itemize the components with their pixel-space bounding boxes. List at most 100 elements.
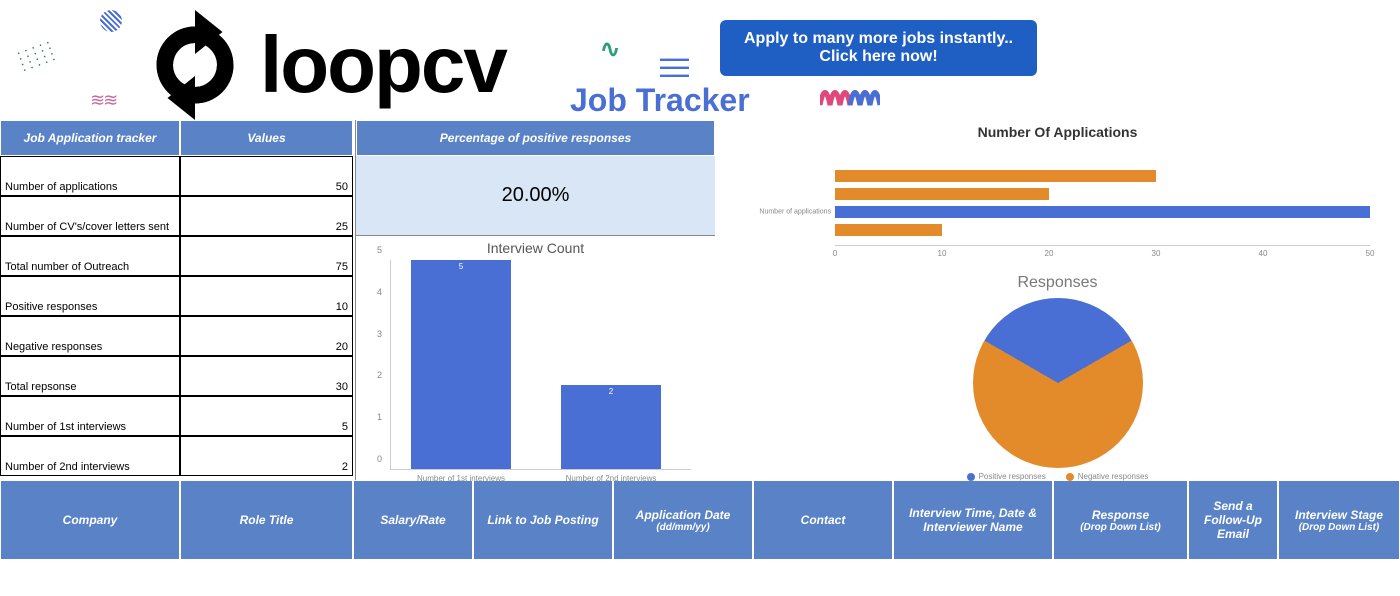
stats-header-label: Job Application tracker [0,120,180,156]
stat-row: Positive responses10 [0,276,355,316]
decorative-scribble-icon [820,80,880,110]
y-tick: 2 [377,370,382,380]
responses-chart: Responses Positive responses Negative res… [715,274,1400,484]
stat-label: Total repsonse [0,356,180,396]
column-header: Role Title [180,480,353,560]
percentage-header: Percentage of positive responses [356,120,715,156]
apply-button-line1: Apply to many more jobs instantly.. [744,30,1013,48]
column-header: Response(Drop Down List) [1053,480,1188,560]
stats-table: Job Application tracker Values Number of… [0,120,355,480]
column-header-sub: (Drop Down List) [1285,522,1393,533]
x-tick: 50 [1366,249,1375,258]
chart-bar: 2 [561,385,661,469]
x-tick: 20 [1045,249,1054,258]
legend-label: Positive responses [979,472,1046,481]
column-header-label: Application Date [620,508,746,522]
column-header: Contact [753,480,893,560]
stat-row: Total number of Outreach75 [0,236,355,276]
column-header-label: Interview Stage [1285,508,1393,522]
apply-button-line2: Click here now! [744,48,1013,66]
stat-row: Total repsonse30 [0,356,355,396]
stat-row: Negative responses20 [0,316,355,356]
header: • • • • •• • • • •• • • • •• • • • • ≋≋ … [0,0,1400,120]
column-header-label: Send a Follow-Up Email [1195,499,1271,541]
y-tick: 1 [377,412,382,422]
stat-value: 75 [180,236,353,276]
stat-label: Positive responses [0,276,180,316]
stat-label: Number of 2nd interviews [0,436,180,476]
column-header-label: Interview Time, Date & Interviewer Name [900,506,1046,534]
chart-bar [835,188,1049,200]
logo: loopcv [140,10,506,120]
legend-item: Negative responses [1066,472,1149,481]
stat-value: 20 [180,316,353,356]
stat-label: Number of applications [0,156,180,196]
column-header-label: Contact [760,513,886,527]
legend-item: Positive responses [967,472,1046,481]
stat-value: 2 [180,436,353,476]
loop-arrows-icon [140,10,250,120]
legend-label: Negative responses [1078,472,1149,481]
stat-value: 5 [180,396,353,436]
responses-legend: Positive responses Negative responses [715,472,1400,481]
stat-row: Number of 1st interviews5 [0,396,355,436]
responses-chart-title: Responses [715,274,1400,292]
stat-label: Total number of Outreach [0,236,180,276]
decorative-circle-icon [100,10,122,32]
column-header: Send a Follow-Up Email [1188,480,1278,560]
percentage-value: 20.00% [356,156,715,236]
y-tick: 3 [377,329,382,339]
bar-value: 2 [609,387,613,396]
interview-count-chart: Interview Count 0 1 2 3 4 5 5 Number of 1st int… [356,236,715,486]
interview-chart-title: Interview Count [360,240,711,256]
decorative-squiggle-icon: ∿ [600,35,620,64]
column-header: Interview Stage(Drop Down List) [1278,480,1400,560]
stat-row: Number of applications50 [0,156,355,196]
column-header-label: Company [7,513,173,527]
page-title: Job Tracker [570,82,750,119]
decorative-wave-icon: ≋≋ [90,90,116,111]
column-header-label: Response [1060,508,1181,522]
chart-bar [835,224,942,236]
responses-pie [973,298,1143,468]
legend-swatch-icon [1066,473,1074,481]
x-tick: 40 [1259,249,1268,258]
chart-bar: 5 [411,260,511,469]
column-header: Application Date(dd/mm/yy) [613,480,753,560]
legend-swatch-icon [967,473,975,481]
column-header: Company [0,480,180,560]
stat-value: 10 [180,276,353,316]
logo-text: loopcv [260,19,506,111]
right-chart-column: Number Of Applications Number of applica… [715,120,1400,480]
x-label: Number of 2nd interviews [541,474,681,483]
y-tick: 0 [377,454,382,464]
applications-chart-title: Number Of Applications [725,124,1390,140]
column-headers-row: Company Role Title Salary/Rate Link to Job … [0,480,1400,560]
bar-value: 5 [459,262,463,271]
y-label: Number of applications [730,209,835,216]
column-header: Interview Time, Date & Interviewer Name [893,480,1053,560]
column-header: Salary/Rate [353,480,473,560]
x-tick: 30 [1152,249,1161,258]
stat-value: 50 [180,156,353,196]
stat-row: Number of 2nd interviews2 [0,436,355,476]
column-header: Link to Job Posting [473,480,613,560]
column-header-label: Link to Job Posting [480,513,606,527]
x-label: Number of 1st interviews [391,474,531,483]
stat-label: Number of 1st interviews [0,396,180,436]
decorative-dots-icon: • • • • •• • • • •• • • • •• • • • • [17,40,58,75]
column-header-sub: (dd/mm/yy) [620,522,746,533]
y-tick: 4 [377,287,382,297]
middle-chart-column: Percentage of positive responses 20.00% … [355,120,715,480]
column-header-sub: (Drop Down List) [1060,522,1181,533]
chart-bar: Number of applications [835,206,1370,218]
stats-header-values: Values [180,120,353,156]
apply-button[interactable]: Apply to many more jobs instantly.. Clic… [720,20,1037,76]
chart-bar [835,170,1156,182]
column-header-label: Salary/Rate [360,513,466,527]
stat-row: Number of CV's/cover letters sent25 [0,196,355,236]
y-tick: 5 [377,245,382,255]
stat-label: Number of CV's/cover letters sent [0,196,180,236]
stat-value: 30 [180,356,353,396]
applications-chart: Number Of Applications Number of applica… [715,120,1400,270]
